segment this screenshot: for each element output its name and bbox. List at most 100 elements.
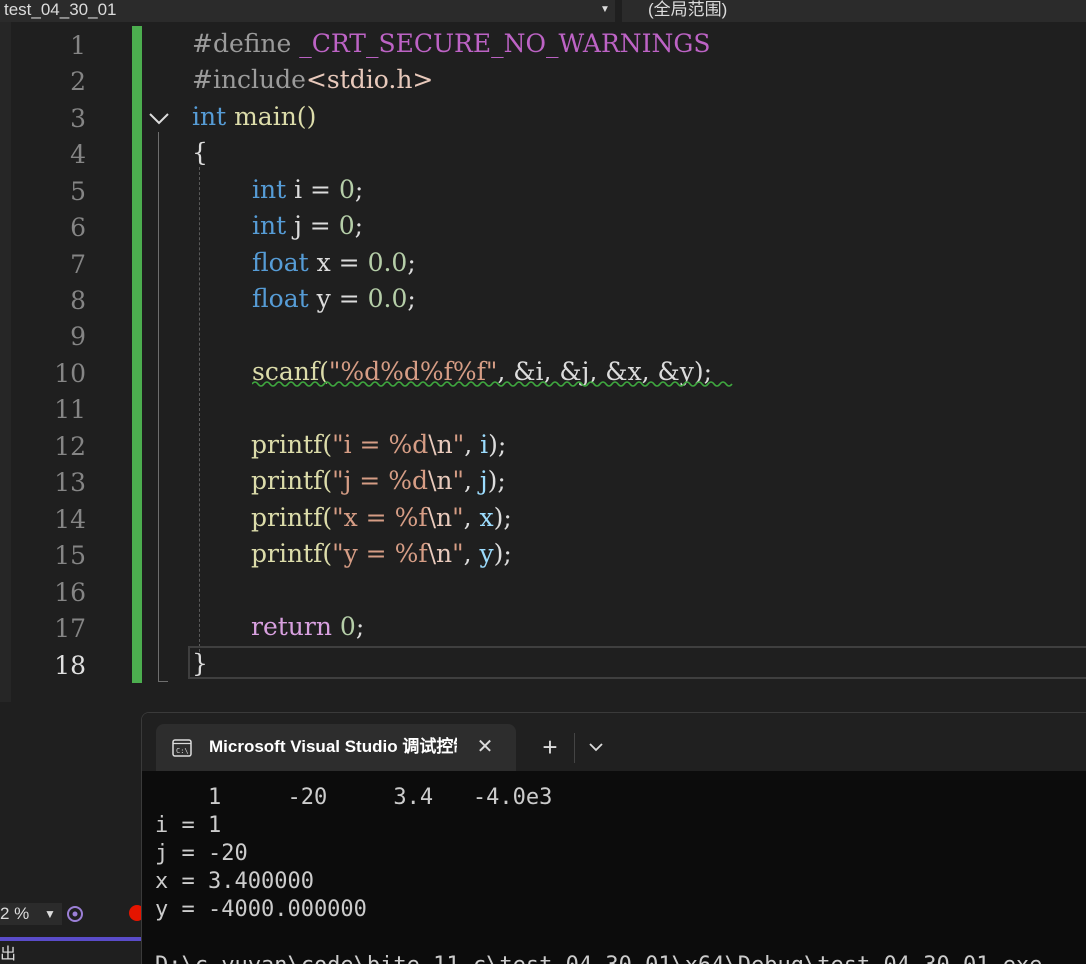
- terminal-line: x = 3.400000: [155, 869, 314, 894]
- code-line-8[interactable]: float y = 0.0;: [252, 281, 416, 317]
- svg-text:C:\: C:\: [176, 747, 189, 755]
- string-literal: ": [452, 503, 464, 532]
- keyword: int: [192, 102, 227, 131]
- scope-selector-label: (全局范围): [648, 0, 728, 19]
- keyword: int: [252, 211, 287, 240]
- number-literal: 0: [338, 175, 355, 204]
- chevron-down-icon: ▼: [44, 907, 56, 921]
- format-specifier: %d: [388, 430, 429, 459]
- dropdown-arrow-icon: ▼: [600, 4, 610, 15]
- number-literal: 0.0: [367, 248, 408, 277]
- function-name: printf(: [251, 503, 333, 532]
- code-text: x =: [308, 248, 368, 277]
- code-line-18[interactable]: }: [192, 646, 208, 682]
- code-text: );: [493, 503, 512, 532]
- function-name: main(): [226, 102, 317, 131]
- number-literal: 0.0: [367, 284, 408, 313]
- collapse-chevron-icon[interactable]: [147, 106, 171, 130]
- fold-guide-end: [158, 681, 168, 682]
- terminal-line: y = -4000.000000: [155, 897, 367, 922]
- output-panel-label[interactable]: 出: [0, 946, 16, 964]
- function-name: printf(: [251, 466, 333, 495]
- code-line-12[interactable]: printf("i = %d\n", i);: [251, 427, 506, 463]
- line-number: 14: [54, 505, 86, 534]
- keyword: float: [252, 248, 309, 277]
- code-line-15[interactable]: printf("y = %f\n", y);: [251, 536, 512, 572]
- code-editor[interactable]: 1 2 3 4 5 6 7 8 9 10 11 12 13 14 15 16 1…: [0, 22, 1086, 702]
- preprocessor-directive: #include: [192, 65, 306, 94]
- code-line-4[interactable]: {: [192, 135, 208, 171]
- code-text: ;: [407, 248, 416, 277]
- code-analysis-icon[interactable]: [65, 904, 85, 924]
- console-icon: C:\: [172, 739, 192, 757]
- terminal-line: i = 1: [155, 813, 222, 838]
- string-literal: "j =: [332, 466, 389, 495]
- code-text: ;: [407, 284, 416, 313]
- file-selector-dropdown[interactable]: test_04_30_01 ▼: [0, 0, 615, 23]
- code-text: ,: [464, 430, 481, 459]
- line-number: 10: [54, 359, 86, 388]
- string-literal: "i =: [332, 430, 389, 459]
- code-line-3[interactable]: int main(): [192, 99, 316, 135]
- code-text: );: [487, 466, 506, 495]
- scope-selector-dropdown[interactable]: (全局范围): [622, 0, 1086, 23]
- change-tracking-bar: [132, 26, 142, 683]
- code-text: ;: [354, 211, 364, 240]
- close-tab-icon[interactable]: ✕: [474, 736, 496, 758]
- number-literal: 0: [339, 612, 356, 641]
- string-literal: ": [452, 430, 465, 459]
- editor-left-margin: [0, 22, 11, 702]
- line-number: 3: [70, 104, 86, 133]
- code-line-14[interactable]: printf("x = %f\n", x);: [251, 500, 512, 536]
- string-literal: ": [452, 539, 464, 568]
- macro-name: _CRT_SECURE_NO_WARNINGS: [299, 29, 711, 58]
- line-number: 11: [54, 395, 86, 424]
- format-specifier: %f: [394, 503, 428, 532]
- code-line-2[interactable]: #include<stdio.h>: [192, 62, 433, 98]
- zoom-dropdown[interactable]: 2 % ▼: [0, 903, 62, 925]
- fold-guide-line: [158, 132, 159, 682]
- navigation-bar: test_04_30_01 ▼ (全局范围): [0, 0, 1086, 23]
- line-number: 1: [70, 31, 86, 60]
- terminal-line: D:\c-yuyan\code\bite_11_c\test_04_30_01\…: [155, 952, 1042, 964]
- code-line-13[interactable]: printf("j = %d\n", j);: [251, 463, 506, 499]
- escape-sequence: \n: [427, 539, 453, 568]
- tab-debug-console[interactable]: C:\ Microsoft Visual Studio 调试控制台 ✕: [156, 724, 516, 771]
- terminal-output[interactable]: 1 -20 3.4 -4.0e3 i = 1 j = -20 x = 3.400…: [142, 771, 1086, 964]
- variable: j: [479, 466, 488, 495]
- code-line-1[interactable]: #define _CRT_SECURE_NO_WARNINGS: [192, 26, 711, 62]
- variable: x: [479, 503, 494, 532]
- preprocessor-directive: #define: [192, 29, 300, 58]
- line-number: 4: [70, 140, 86, 169]
- code-text: i =: [286, 175, 339, 204]
- new-tab-icon[interactable]: +: [538, 734, 562, 760]
- string-literal: "y =: [332, 539, 395, 568]
- warning-squiggle[interactable]: [252, 380, 738, 388]
- debug-console-window[interactable]: C:\ Microsoft Visual Studio 调试控制台 ✕ + 1 …: [141, 712, 1086, 964]
- code-text: j =: [286, 211, 339, 240]
- code-line-6[interactable]: int j = 0;: [252, 208, 363, 244]
- current-line-highlight: [188, 646, 1086, 679]
- code-text: ,: [464, 466, 480, 495]
- tab-divider: [574, 733, 575, 763]
- code-line-5[interactable]: int i = 0;: [252, 172, 363, 208]
- format-specifier: %f: [394, 539, 428, 568]
- code-text: );: [488, 430, 507, 459]
- code-text: y =: [308, 284, 368, 313]
- string-literal: "x =: [332, 503, 395, 532]
- line-number: 5: [70, 177, 86, 206]
- code-line-7[interactable]: float x = 0.0;: [252, 245, 416, 281]
- chevron-down-icon[interactable]: [584, 735, 608, 759]
- line-number-active: 18: [54, 651, 86, 680]
- keyword: int: [252, 175, 287, 204]
- code-line-17[interactable]: return 0;: [251, 609, 364, 645]
- zoom-level: 2 %: [0, 904, 30, 923]
- code-text: ,: [463, 503, 480, 532]
- line-number: 12: [54, 432, 86, 461]
- line-number: 17: [54, 614, 86, 643]
- include-header: <stdio.h>: [305, 65, 434, 94]
- code-text: ;: [354, 175, 364, 204]
- terminal-tab-bar: C:\ Microsoft Visual Studio 调试控制台 ✕ +: [142, 713, 1086, 771]
- file-selector-label: test_04_30_01: [4, 0, 117, 19]
